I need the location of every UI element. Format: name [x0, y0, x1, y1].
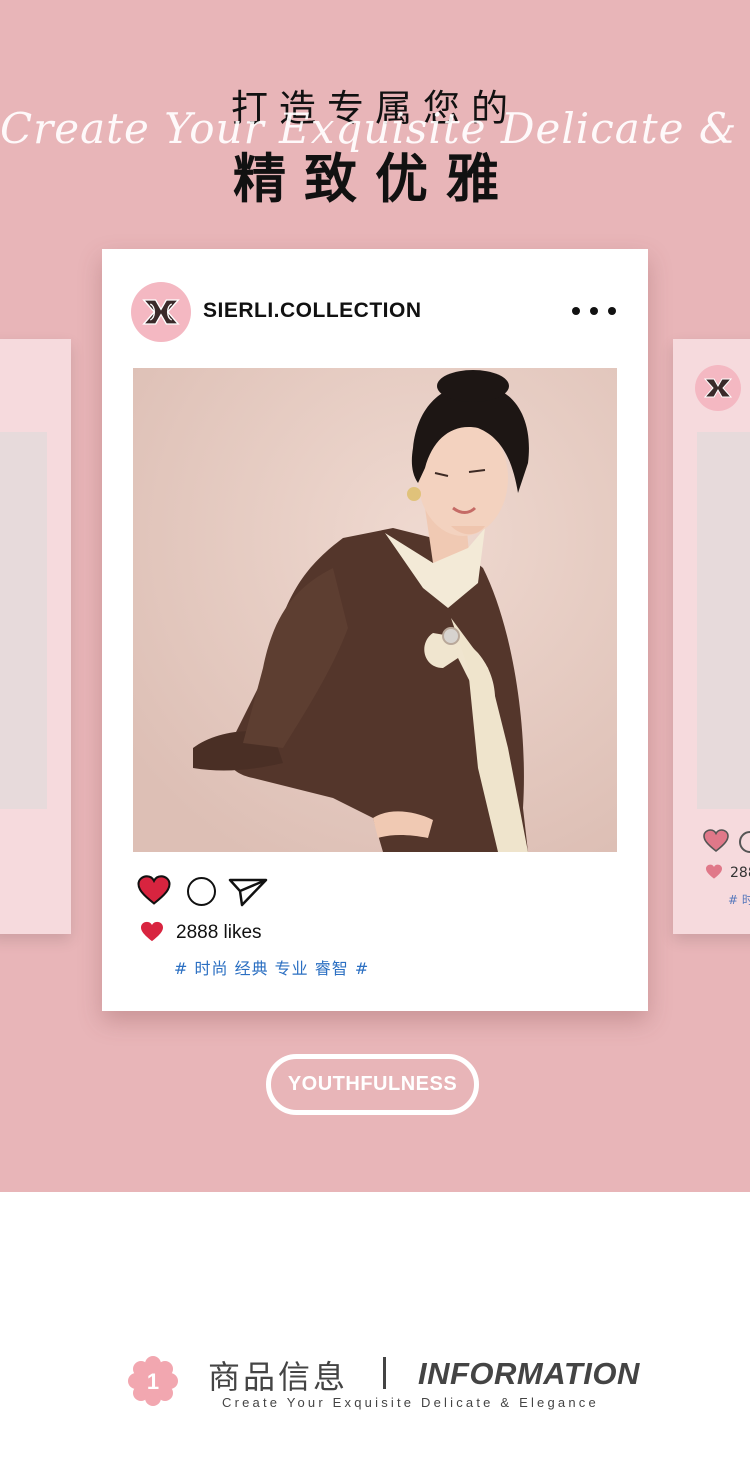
side-post-card-right: 288 # 时 [673, 339, 750, 934]
side-card-heart-icon [703, 829, 729, 853]
post-photo [133, 368, 617, 852]
section-title-en: INFORMATION [418, 1356, 640, 1391]
section-number: 1 [147, 1369, 159, 1394]
side-card-logo-icon [695, 365, 741, 411]
side-card-small-heart-icon [706, 864, 722, 879]
youthfulness-button[interactable]: YOUTHFULNESS [266, 1054, 479, 1115]
more-dots-icon[interactable] [572, 295, 616, 327]
side-post-card-left [0, 339, 71, 934]
sierli-logo-icon[interactable] [131, 282, 191, 342]
heart-icon[interactable] [137, 875, 171, 906]
likes-count: 2888 likes [176, 922, 262, 943]
hero-section: 打造专属您的 Create Your Exquisite Delicate & … [0, 0, 750, 1192]
paper-plane-icon[interactable] [228, 877, 268, 907]
headline-line2: 精致优雅 [233, 149, 517, 210]
post-card: SIERLI.COLLECTION 2888 likes # 时尚 经典 专业 … [102, 249, 648, 1011]
side-card-image-placeholder [0, 432, 47, 809]
comment-circle-icon[interactable] [187, 877, 216, 906]
section-subtitle: Create Your Exquisite Delicate & Eleganc… [222, 1395, 599, 1410]
likes-heart-icon [141, 921, 163, 942]
side-card-image-placeholder [697, 432, 750, 809]
side-card-likes: 288 [730, 865, 750, 881]
side-card-comment-icon [739, 831, 750, 853]
section-divider [383, 1357, 386, 1389]
hashtags[interactable]: # 时尚 经典 专业 睿智 # [174, 955, 369, 979]
flower-number-badge-icon: 1 [128, 1356, 178, 1406]
section-title-cn: 商品信息 [208, 1358, 349, 1396]
account-name[interactable]: SIERLI.COLLECTION [203, 299, 422, 323]
side-card-hashtags: # 时 [728, 893, 750, 907]
model-photo-illustration [133, 368, 617, 852]
